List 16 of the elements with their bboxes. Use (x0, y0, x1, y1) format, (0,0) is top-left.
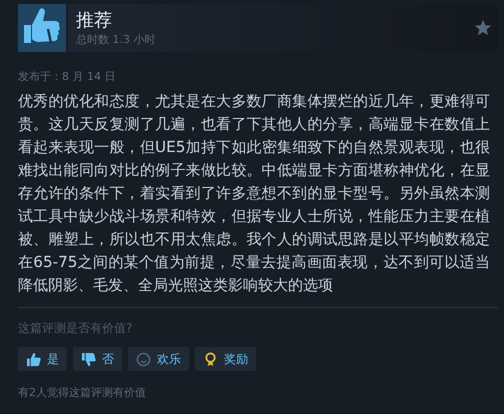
vote-button[interactable]: 欢乐 (128, 347, 189, 371)
thumbs-down-icon (81, 352, 96, 366)
helpful-prompt: 这篇评测是否有价值? (18, 320, 134, 337)
playtime-text: 总时数 1.3 小时 (76, 33, 156, 47)
helpful-count: 有2人觉得这篇评测有价值 (18, 385, 147, 400)
review-text: 优秀的优化和态度，尤其是在大多数厂商集体摆烂的近几年，更难得可贵。这几天反复测了几遍，也看了下其他人的分享，高端显卡在数值上看起来表现一般，但UE5加持下如此密集细致下的自然景观表现，也很难找出能同向对比的例子来做比较。中低端显卡方面堪称神优化，在显存允许的条件下，着实看到了许多意想不到的显卡型号。另外虽然本测试工具中缺少战斗场景和特效，但据专业人士所说，性能压力主要在植被、雕塑上，所以也不用太焦虑。我个人的调试思路是以平均帧数稳定在65-75之间的某个值为前提，尽量去提高画面表现，达不到可以适当降低阴影、毛发、全局光照这类影响较大的选项 (18, 91, 490, 296)
thumbs-up-icon (26, 352, 41, 366)
award-button[interactable]: 奖励 (195, 347, 256, 371)
award-icon (203, 352, 218, 366)
review-verdict: 推荐 (76, 9, 113, 33)
vote-button[interactable]: 否 (73, 347, 122, 371)
star-icon[interactable] (474, 19, 492, 37)
thumbs-up-icon (18, 4, 66, 52)
vote-button[interactable]: 是 (18, 347, 67, 371)
smiley-icon (136, 352, 151, 366)
posted-date: 发布于：8 月 14 日 (18, 69, 116, 84)
